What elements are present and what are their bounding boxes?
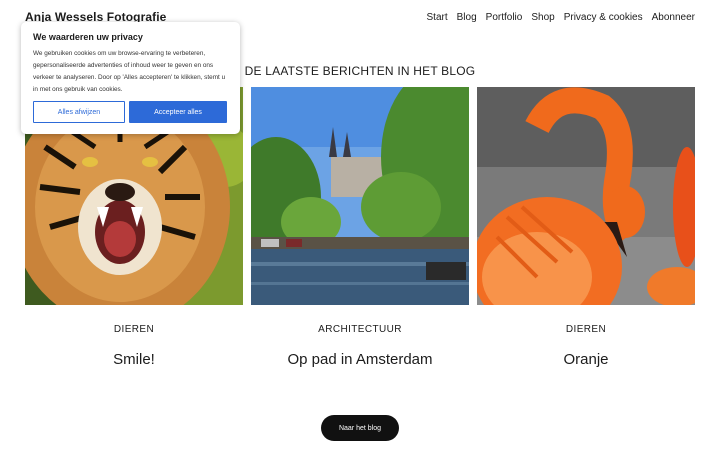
- post-category: ARCHITECTUUR: [318, 324, 402, 335]
- nav-item-privacy-cookies[interactable]: Privacy & cookies: [564, 12, 643, 23]
- post-image-amsterdam-canal[interactable]: [251, 87, 469, 305]
- blog-post-card[interactable]: ARCHITECTUUR Op pad in Amsterdam: [251, 87, 469, 368]
- nav-item-abonneer[interactable]: Abonneer: [652, 12, 695, 23]
- cookie-dialog-title: We waarderen uw privacy: [33, 32, 143, 42]
- post-category: DIEREN: [113, 324, 155, 335]
- nav-item-shop[interactable]: Shop: [531, 12, 554, 23]
- to-blog-button[interactable]: Naar het blog: [321, 415, 399, 441]
- post-image-flamingo[interactable]: [477, 87, 695, 305]
- accept-all-button[interactable]: Accepteer alles: [129, 101, 227, 123]
- post-title[interactable]: Op pad in Amsterdam: [287, 351, 432, 368]
- nav-item-start[interactable]: Start: [427, 12, 448, 23]
- reject-all-button[interactable]: Alles afwijzen: [33, 101, 125, 123]
- cookie-consent-dialog: We waarderen uw privacy We gebruiken coo…: [21, 22, 240, 134]
- cookie-dialog-text: We gebruiken cookies om uw browse-ervari…: [33, 50, 226, 93]
- cookie-button-row: Alles afwijzen Accepteer alles: [33, 101, 228, 123]
- blog-post-card[interactable]: DIEREN Oranje: [477, 87, 695, 368]
- nav-item-portfolio[interactable]: Portfolio: [486, 12, 523, 23]
- post-title[interactable]: Smile!: [113, 351, 155, 368]
- nav-item-blog[interactable]: Blog: [457, 12, 477, 23]
- post-category: DIEREN: [565, 324, 607, 335]
- post-title[interactable]: Oranje: [563, 351, 608, 368]
- main-nav: Start Blog Portfolio Shop Privacy & cook…: [427, 12, 695, 23]
